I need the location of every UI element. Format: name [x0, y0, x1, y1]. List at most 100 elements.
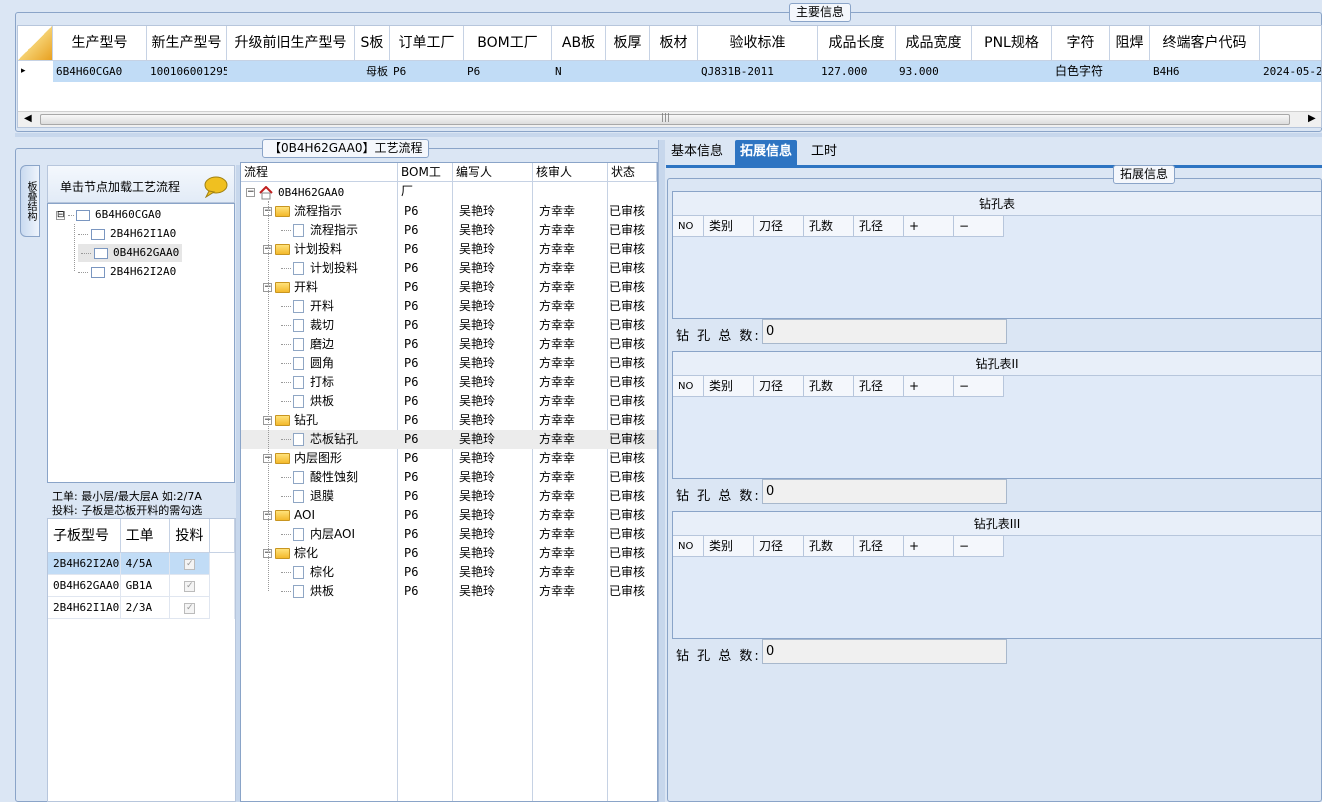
- feed-checkbox[interactable]: ✓: [184, 580, 196, 592]
- sub-board-grid[interactable]: 子板型号 工单 投料 2B4H62I2A0 4/5A ✓ 0B4H62GAA0 GB1A ✓ 2…: [47, 518, 236, 802]
- sub-grid-row[interactable]: 0B4H62GAA0 GB1A ✓: [48, 575, 235, 597]
- drill-column-header[interactable]: NO: [673, 376, 704, 397]
- column-header[interactable]: 新生产型号: [147, 26, 227, 61]
- drill-column-header[interactable]: 孔径: [854, 536, 904, 557]
- feed-checkbox[interactable]: ✓: [184, 602, 196, 614]
- flow-row[interactable]: − 内层图形 P6 吴艳玲 方幸幸 已审核: [241, 449, 657, 468]
- column-header[interactable]: 终端客户代码: [1150, 26, 1260, 61]
- drill-column-header[interactable]: +: [904, 536, 954, 557]
- main-info-grid[interactable]: 生产型号 新生产型号 升级前旧生产型号 S板 订单工厂 BOM工厂 AB板 板厚 板材 验收标准成…: [17, 25, 1322, 128]
- drill-table[interactable]: 钻孔表III NO 类别 刀径 孔数 孔径 + −: [672, 511, 1322, 639]
- flow-row[interactable]: 计划投料 P6 吴艳玲 方幸幸 已审核: [241, 259, 657, 278]
- column-header[interactable]: [1260, 26, 1321, 61]
- drill-table[interactable]: 钻孔表 NO 类别 刀径 孔数 孔径 + −: [672, 191, 1322, 319]
- grid-cell[interactable]: [606, 61, 650, 82]
- drill-column-header[interactable]: −: [954, 376, 1004, 397]
- sub-order-cell[interactable]: GB1A: [121, 575, 171, 597]
- drill-column-header[interactable]: 孔径: [854, 376, 904, 397]
- flow-tree-panel[interactable]: 流程 BOM工厂 编写人 核审人 状态 −0B4H62GAA0− 流程指示 P6 吴艳玲 方幸幸…: [240, 162, 658, 802]
- column-header[interactable]: 板厚: [606, 26, 650, 61]
- flow-row[interactable]: − 计划投料 P6 吴艳玲 方幸幸 已审核: [241, 240, 657, 259]
- grid-cell[interactable]: 白色字符: [1052, 61, 1110, 82]
- flow-row[interactable]: 烘板 P6 吴艳玲 方幸幸 已审核: [241, 582, 657, 601]
- drill-column-header[interactable]: 类别: [704, 536, 754, 557]
- flow-row[interactable]: 棕化 P6 吴艳玲 方幸幸 已审核: [241, 563, 657, 582]
- sub-model-cell[interactable]: 2B4H62I2A0: [48, 553, 121, 575]
- sub-model-cell[interactable]: 0B4H62GAA0: [48, 575, 121, 597]
- flow-row[interactable]: 圆角 P6 吴艳玲 方幸幸 已审核: [241, 354, 657, 373]
- board-tree-node[interactable]: 0B4H62GAA0: [78, 244, 183, 262]
- flow-column-header[interactable]: 状态: [608, 163, 657, 182]
- collapse-icon[interactable]: ⊟: [56, 210, 65, 220]
- column-header[interactable]: 成品长度: [818, 26, 896, 61]
- drill-count-field[interactable]: 0: [762, 319, 1007, 344]
- flow-row[interactable]: 酸性蚀刻 P6 吴艳玲 方幸幸 已审核: [241, 468, 657, 487]
- flow-row[interactable]: 磨边 P6 吴艳玲 方幸幸 已审核: [241, 335, 657, 354]
- flow-row[interactable]: 打标 P6 吴艳玲 方幸幸 已审核: [241, 373, 657, 392]
- grid-cell[interactable]: [1110, 61, 1150, 82]
- column-header[interactable]: 升级前旧生产型号: [227, 26, 355, 61]
- grid-cell[interactable]: 93.000: [896, 61, 972, 82]
- flow-column-header[interactable]: BOM工厂: [398, 163, 453, 198]
- grid-cell[interactable]: 2024-05-2: [1260, 61, 1321, 82]
- flow-row[interactable]: 芯板钻孔 P6 吴艳玲 方幸幸 已审核: [241, 430, 657, 449]
- flow-row[interactable]: − 棕化 P6 吴艳玲 方幸幸 已审核: [241, 544, 657, 563]
- drill-column-header[interactable]: 刀径: [754, 216, 804, 237]
- feed-checkbox[interactable]: ✓: [184, 558, 196, 570]
- sub-grid-column-header[interactable]: 子板型号: [48, 519, 121, 553]
- flow-column-header[interactable]: 流程: [241, 163, 398, 182]
- tab-item[interactable]: 基本信息: [666, 140, 728, 165]
- scroll-right-icon[interactable]: ▶: [1308, 113, 1316, 124]
- vertical-splitter[interactable]: [658, 140, 665, 802]
- flow-row[interactable]: − AOI P6 吴艳玲 方幸幸 已审核: [241, 506, 657, 525]
- tab-board-structure[interactable]: 板叠结构: [20, 165, 40, 237]
- drill-count-field[interactable]: 0: [762, 639, 1007, 664]
- scroll-left-icon[interactable]: ◀: [24, 113, 32, 124]
- flow-column-header[interactable]: 核审人: [533, 163, 608, 182]
- drill-column-header[interactable]: 类别: [704, 216, 754, 237]
- board-tree-node[interactable]: 2B4H62I2A0: [78, 263, 176, 281]
- horizontal-scrollbar[interactable]: ◀ ||| ▶: [18, 111, 1321, 127]
- main-grid-row[interactable]: ▸6B4H60CGA010010600129502母板P6P6NQJ831B-2…: [18, 61, 1321, 82]
- grid-cell[interactable]: P6: [390, 61, 464, 82]
- flow-row[interactable]: − 开料 P6 吴艳玲 方幸幸 已审核: [241, 278, 657, 297]
- drill-column-header[interactable]: +: [904, 376, 954, 397]
- drill-column-header[interactable]: +: [904, 216, 954, 237]
- drill-column-header[interactable]: NO: [673, 216, 704, 237]
- grid-cell[interactable]: N: [552, 61, 606, 82]
- drill-column-header[interactable]: 类别: [704, 376, 754, 397]
- column-header[interactable]: PNL规格: [972, 26, 1052, 61]
- board-tree-node[interactable]: 2B4H62I1A0: [78, 225, 176, 243]
- grid-cell[interactable]: 10010600129502: [147, 61, 227, 82]
- sub-order-cell[interactable]: 2/3A: [121, 597, 171, 619]
- drill-table[interactable]: 钻孔表II NO 类别 刀径 孔数 孔径 + −: [672, 351, 1322, 479]
- column-header[interactable]: S板: [355, 26, 390, 61]
- tab-item[interactable]: 拓展信息: [735, 140, 798, 165]
- sub-grid-row[interactable]: 2B4H62I1A0 2/3A ✓: [48, 597, 235, 619]
- drill-column-header[interactable]: 孔数: [804, 536, 854, 557]
- grid-cell[interactable]: B4H6: [1150, 61, 1260, 82]
- drill-column-header[interactable]: 孔径: [854, 216, 904, 237]
- column-header[interactable]: AB板: [552, 26, 606, 61]
- drill-column-header[interactable]: 孔数: [804, 376, 854, 397]
- collapse-icon[interactable]: −: [246, 188, 255, 197]
- column-header[interactable]: 验收标准: [698, 26, 818, 61]
- grid-cell[interactable]: 127.000: [818, 61, 896, 82]
- flow-row[interactable]: − 钻孔 P6 吴艳玲 方幸幸 已审核: [241, 411, 657, 430]
- flow-row[interactable]: 流程指示 P6 吴艳玲 方幸幸 已审核: [241, 221, 657, 240]
- grid-corner[interactable]: [18, 26, 53, 61]
- drill-column-header[interactable]: 孔数: [804, 216, 854, 237]
- sub-grid-column-header[interactable]: 工单: [121, 519, 171, 553]
- drill-column-header[interactable]: −: [954, 536, 1004, 557]
- flow-row[interactable]: 裁切 P6 吴艳玲 方幸幸 已审核: [241, 316, 657, 335]
- sub-grid-row[interactable]: 2B4H62I2A0 4/5A ✓: [48, 553, 235, 575]
- flow-row[interactable]: 烘板 P6 吴艳玲 方幸幸 已审核: [241, 392, 657, 411]
- flow-column-header[interactable]: 编写人: [453, 163, 533, 182]
- grid-cell[interactable]: [227, 61, 355, 82]
- scroll-thumb[interactable]: |||: [40, 113, 1290, 125]
- sub-model-cell[interactable]: 2B4H62I1A0: [48, 597, 121, 619]
- drill-column-header[interactable]: 刀径: [754, 376, 804, 397]
- row-marker[interactable]: ▸: [18, 61, 53, 82]
- column-header[interactable]: BOM工厂: [464, 26, 552, 61]
- grid-cell[interactable]: 6B4H60CGA0: [53, 61, 147, 82]
